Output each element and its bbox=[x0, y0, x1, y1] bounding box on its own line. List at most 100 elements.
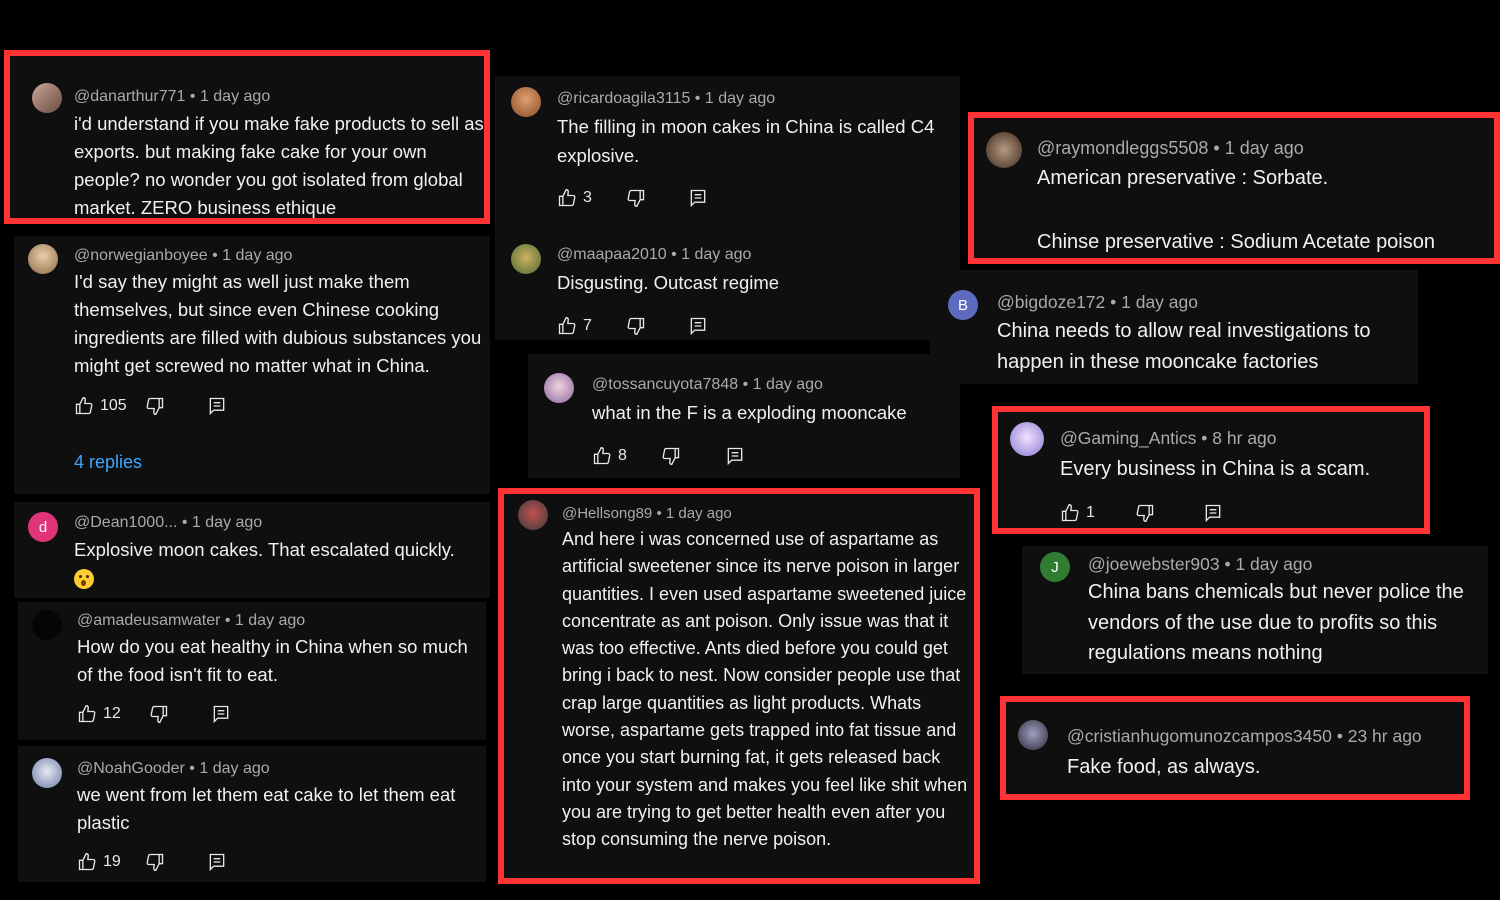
like-button[interactable]: 3 bbox=[557, 188, 592, 208]
avatar[interactable] bbox=[986, 132, 1022, 168]
comment-card: d @Dean1000... • 1 day ago Explosive moo… bbox=[14, 502, 490, 598]
reply-button[interactable] bbox=[688, 188, 708, 208]
like-button[interactable]: 12 bbox=[77, 704, 121, 724]
like-count: 3 bbox=[583, 189, 592, 206]
comment-card: @tossancuyota7848 • 1 day ago what in th… bbox=[528, 354, 960, 478]
thumbs-up-icon bbox=[1060, 503, 1080, 523]
thumbs-down-icon bbox=[626, 316, 646, 336]
comment-text: Explosive moon cakes. That escalated qui… bbox=[74, 536, 486, 592]
dislike-button[interactable] bbox=[661, 446, 681, 466]
reply-icon bbox=[688, 188, 708, 208]
comment-meta: @Dean1000... • 1 day ago bbox=[74, 514, 263, 531]
like-button[interactable]: 19 bbox=[77, 852, 121, 872]
comment-meta: @maapaa2010 • 1 day ago bbox=[557, 246, 752, 263]
reply-button[interactable] bbox=[725, 446, 745, 466]
comment-time[interactable]: 1 day ago bbox=[753, 376, 823, 393]
comment-meta: @raymondleggs5508 • 1 day ago bbox=[1037, 138, 1304, 158]
dislike-button[interactable] bbox=[626, 316, 646, 336]
reply-icon bbox=[1203, 503, 1223, 523]
comment-text: I'd say they might as well just make the… bbox=[74, 271, 482, 376]
view-replies-link[interactable]: 4 replies bbox=[74, 452, 142, 473]
like-button[interactable]: 1 bbox=[1060, 503, 1095, 523]
comment-author[interactable]: @tossancuyota7848 bbox=[592, 376, 738, 393]
comment-time[interactable]: 1 day ago bbox=[1121, 292, 1198, 312]
comment-author[interactable]: @norwegianboyee bbox=[74, 247, 208, 264]
comment-author[interactable]: @Dean1000... bbox=[74, 514, 177, 531]
comment-author[interactable]: @Hellsong89 bbox=[562, 505, 652, 522]
comment-author[interactable]: @ricardoagila3115 bbox=[557, 90, 690, 107]
comment-meta: @NoahGooder • 1 day ago bbox=[77, 760, 270, 777]
comment-author[interactable]: @raymondleggs5508 bbox=[1037, 138, 1208, 158]
avatar[interactable] bbox=[511, 244, 541, 274]
dislike-button[interactable] bbox=[1135, 503, 1155, 523]
comment-card: @danarthur771 • 1 day ago i'd understand… bbox=[4, 50, 490, 224]
avatar[interactable]: d bbox=[28, 512, 58, 542]
comment-actions: 1 bbox=[1060, 501, 1223, 525]
dislike-button[interactable] bbox=[145, 396, 165, 416]
reply-button[interactable] bbox=[207, 396, 227, 416]
avatar[interactable] bbox=[32, 83, 62, 113]
avatar[interactable] bbox=[28, 244, 58, 274]
comment-time[interactable]: 1 day ago bbox=[192, 514, 262, 531]
reply-button[interactable] bbox=[1203, 503, 1223, 523]
comment-actions: 8 bbox=[592, 444, 745, 468]
like-button[interactable]: 8 bbox=[592, 446, 627, 466]
avatar[interactable] bbox=[32, 610, 62, 640]
thumbs-down-icon bbox=[145, 396, 165, 416]
thumbs-down-icon bbox=[626, 188, 646, 208]
comment-meta: @amadeusamwater • 1 day ago bbox=[77, 612, 306, 629]
comment-meta: @joewebster903 • 1 day ago bbox=[1088, 554, 1313, 574]
reply-button[interactable] bbox=[688, 316, 708, 336]
avatar[interactable]: B bbox=[948, 290, 978, 320]
comment-card: @NoahGooder • 1 day ago we went from let… bbox=[18, 746, 486, 882]
like-count: 105 bbox=[100, 397, 127, 414]
thumbs-up-icon bbox=[77, 704, 97, 724]
avatar[interactable] bbox=[518, 500, 548, 530]
comment-time[interactable]: 1 day ago bbox=[1235, 554, 1312, 574]
comment-author[interactable]: @Gaming_Antics bbox=[1060, 428, 1196, 448]
comment-author[interactable]: @cristianhugomunozcampos3450 bbox=[1067, 726, 1332, 746]
comment-time[interactable]: 1 day ago bbox=[705, 90, 775, 107]
comment-time[interactable]: 1 day ago bbox=[200, 88, 270, 105]
comment-time[interactable]: 23 hr ago bbox=[1348, 726, 1422, 746]
comment-time[interactable]: 1 day ago bbox=[199, 760, 269, 777]
like-button[interactable]: 105 bbox=[74, 396, 127, 416]
comment-time[interactable]: 1 day ago bbox=[222, 247, 292, 264]
comment-time[interactable]: 1 day ago bbox=[681, 246, 751, 263]
comment-author[interactable]: @amadeusamwater bbox=[77, 612, 220, 629]
comment-author[interactable]: @joewebster903 bbox=[1088, 554, 1220, 574]
comment-meta: @bigdoze172 • 1 day ago bbox=[997, 292, 1198, 312]
comment-card: @amadeusamwater • 1 day ago How do you e… bbox=[18, 602, 486, 740]
comment-author[interactable]: @danarthur771 bbox=[74, 88, 185, 105]
thumbs-down-icon bbox=[145, 852, 165, 872]
like-count: 19 bbox=[103, 853, 121, 870]
thumbs-down-icon bbox=[1135, 503, 1155, 523]
thumbs-up-icon bbox=[77, 852, 97, 872]
reply-button[interactable] bbox=[207, 852, 227, 872]
like-button[interactable]: 7 bbox=[557, 316, 592, 336]
dislike-button[interactable] bbox=[149, 704, 169, 724]
avatar[interactable] bbox=[1010, 422, 1044, 456]
astonished-face-icon bbox=[74, 569, 94, 590]
avatar[interactable] bbox=[32, 758, 62, 788]
dislike-button[interactable] bbox=[626, 188, 646, 208]
comment-time[interactable]: 1 day ago bbox=[666, 505, 732, 522]
comment-text: we went from let them eat cake to let th… bbox=[77, 784, 456, 833]
comment-author[interactable]: @bigdoze172 bbox=[997, 292, 1105, 312]
comment-time[interactable]: 1 day ago bbox=[235, 612, 305, 629]
comment-time[interactable]: 1 day ago bbox=[1225, 138, 1304, 158]
comment-actions: 19 bbox=[77, 850, 227, 874]
reply-button[interactable] bbox=[211, 704, 231, 724]
comment-text: what in the F is a exploding mooncake bbox=[592, 402, 907, 423]
avatar[interactable] bbox=[1018, 720, 1048, 750]
comment-author[interactable]: @NoahGooder bbox=[77, 760, 185, 777]
avatar[interactable] bbox=[511, 87, 541, 117]
comment-time[interactable]: 8 hr ago bbox=[1212, 428, 1276, 448]
comment-card: B @bigdoze172 • 1 day ago China needs to… bbox=[930, 270, 1418, 384]
avatar[interactable]: J bbox=[1040, 552, 1070, 582]
comment-actions: 105 bbox=[74, 394, 227, 418]
avatar[interactable] bbox=[544, 373, 574, 403]
comment-author[interactable]: @maapaa2010 bbox=[557, 246, 667, 263]
comment-card: @ricardoagila3115 • 1 day ago The fillin… bbox=[495, 76, 960, 340]
dislike-button[interactable] bbox=[145, 852, 165, 872]
